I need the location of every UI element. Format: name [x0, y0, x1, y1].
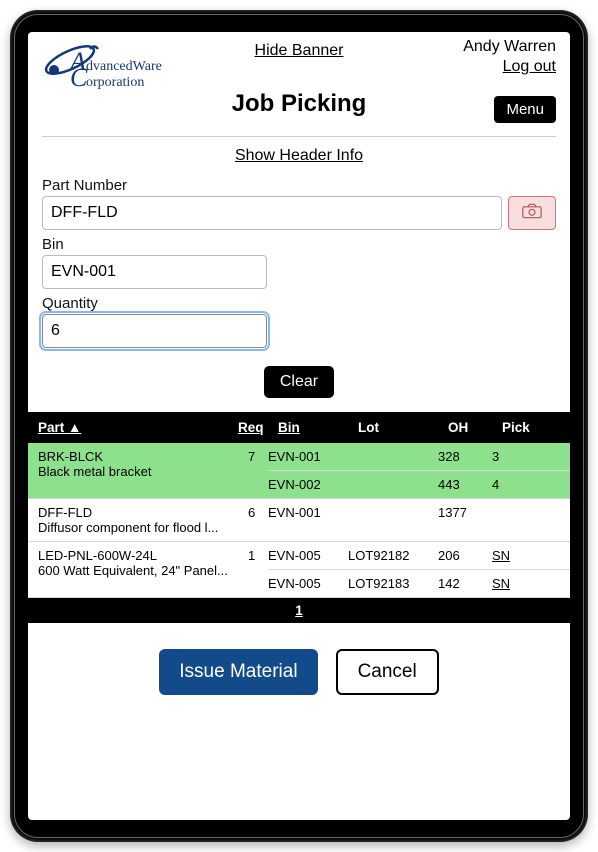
oh-cell: 206 — [438, 548, 492, 563]
header: A dvancedWare C orporation Hide Banner A… — [28, 32, 570, 126]
lot-cell — [348, 449, 438, 464]
table-body: BRK-BLCKBlack metal bracket7EVN-0013283E… — [28, 443, 570, 598]
camera-icon — [522, 203, 542, 224]
part-number: BRK-BLCK — [38, 449, 258, 464]
lot-cell: LOT92183 — [348, 576, 438, 591]
lot-row[interactable]: EVN-005LOT92183142SN — [268, 570, 570, 597]
pick-cell: 4 — [492, 477, 542, 492]
bin-input[interactable] — [42, 255, 267, 289]
part-number-label: Part Number — [42, 177, 556, 194]
bin-cell: EVN-002 — [268, 477, 348, 492]
table-row[interactable]: DFF-FLDDiffusor component for flood l...… — [28, 499, 570, 542]
quantity-input[interactable] — [42, 314, 267, 348]
lot-row[interactable]: EVN-001 3283 — [268, 443, 570, 471]
col-part[interactable]: Part ▲ — [38, 420, 238, 435]
app-screen: A dvancedWare C orporation Hide Banner A… — [28, 32, 570, 820]
sort-asc-icon: ▲ — [68, 420, 81, 435]
bin-cell: EVN-005 — [268, 576, 348, 591]
bin-cell: EVN-005 — [268, 548, 348, 563]
sn-link[interactable]: SN — [492, 576, 542, 591]
part-number: DFF-FLD — [38, 505, 258, 520]
issue-material-button[interactable]: Issue Material — [159, 649, 317, 695]
table-header: Part ▲ Req Bin Lot OH Pick — [28, 412, 570, 443]
oh-cell: 443 — [438, 477, 492, 492]
col-lot: Lot — [358, 420, 448, 435]
tablet-frame: A dvancedWare C orporation Hide Banner A… — [10, 10, 588, 842]
cancel-button[interactable]: Cancel — [336, 649, 439, 695]
clear-button[interactable]: Clear — [264, 366, 334, 398]
col-pick: Pick — [502, 420, 552, 435]
menu-button[interactable]: Menu — [494, 96, 556, 123]
part-description: 600 Watt Equivalent, 24" Panel... — [38, 563, 258, 578]
oh-cell: 328 — [438, 449, 492, 464]
logo-text-2: orporation — [86, 75, 144, 90]
req-qty: 7 — [248, 449, 255, 464]
part-description: Black metal bracket — [38, 464, 258, 479]
bin-label: Bin — [42, 236, 556, 253]
part-description: Diffusor component for flood l... — [38, 520, 258, 535]
sn-link[interactable]: SN — [492, 548, 542, 563]
bin-cell: EVN-001 — [268, 505, 348, 520]
col-oh: OH — [448, 420, 502, 435]
company-logo: A dvancedWare C orporation — [42, 40, 182, 94]
part-number: LED-PNL-600W-24L — [38, 548, 258, 563]
oh-cell: 142 — [438, 576, 492, 591]
pager[interactable]: 1 — [28, 598, 570, 623]
col-req[interactable]: Req — [238, 420, 278, 435]
col-bin[interactable]: Bin — [278, 420, 358, 435]
footer-actions: Issue Material Cancel — [28, 623, 570, 695]
divider — [42, 136, 556, 137]
parts-table: Part ▲ Req Bin Lot OH Pick BRK-BLCKBlack… — [28, 412, 570, 623]
lot-cell: LOT92182 — [348, 548, 438, 563]
bin-cell: EVN-001 — [268, 449, 348, 464]
lot-row[interactable]: EVN-001 1377 — [268, 499, 570, 526]
user-info: Andy Warren Log out — [463, 38, 556, 76]
page-title: Job Picking — [42, 90, 556, 118]
user-name: Andy Warren — [463, 38, 556, 56]
table-row[interactable]: LED-PNL-600W-24L600 Watt Equivalent, 24"… — [28, 542, 570, 598]
logout-link[interactable]: Log out — [463, 58, 556, 76]
req-qty: 1 — [248, 548, 255, 563]
lot-cell — [348, 505, 438, 520]
req-qty: 6 — [248, 505, 255, 520]
logo-text-1: dvancedWare — [86, 59, 162, 74]
oh-cell: 1377 — [438, 505, 492, 520]
part-number-input[interactable] — [42, 196, 502, 230]
show-header-info-link[interactable]: Show Header Info — [28, 147, 570, 165]
table-row[interactable]: BRK-BLCKBlack metal bracket7EVN-0013283E… — [28, 443, 570, 499]
pick-cell — [492, 505, 542, 520]
quantity-label: Quantity — [42, 295, 556, 312]
picking-form: Part Number Bin Quantity Clear — [28, 171, 570, 412]
lot-row[interactable]: EVN-002 4434 — [268, 471, 570, 498]
camera-button[interactable] — [508, 196, 556, 230]
lot-row[interactable]: EVN-005LOT92182206SN — [268, 542, 570, 570]
pick-cell: 3 — [492, 449, 542, 464]
lot-cell — [348, 477, 438, 492]
